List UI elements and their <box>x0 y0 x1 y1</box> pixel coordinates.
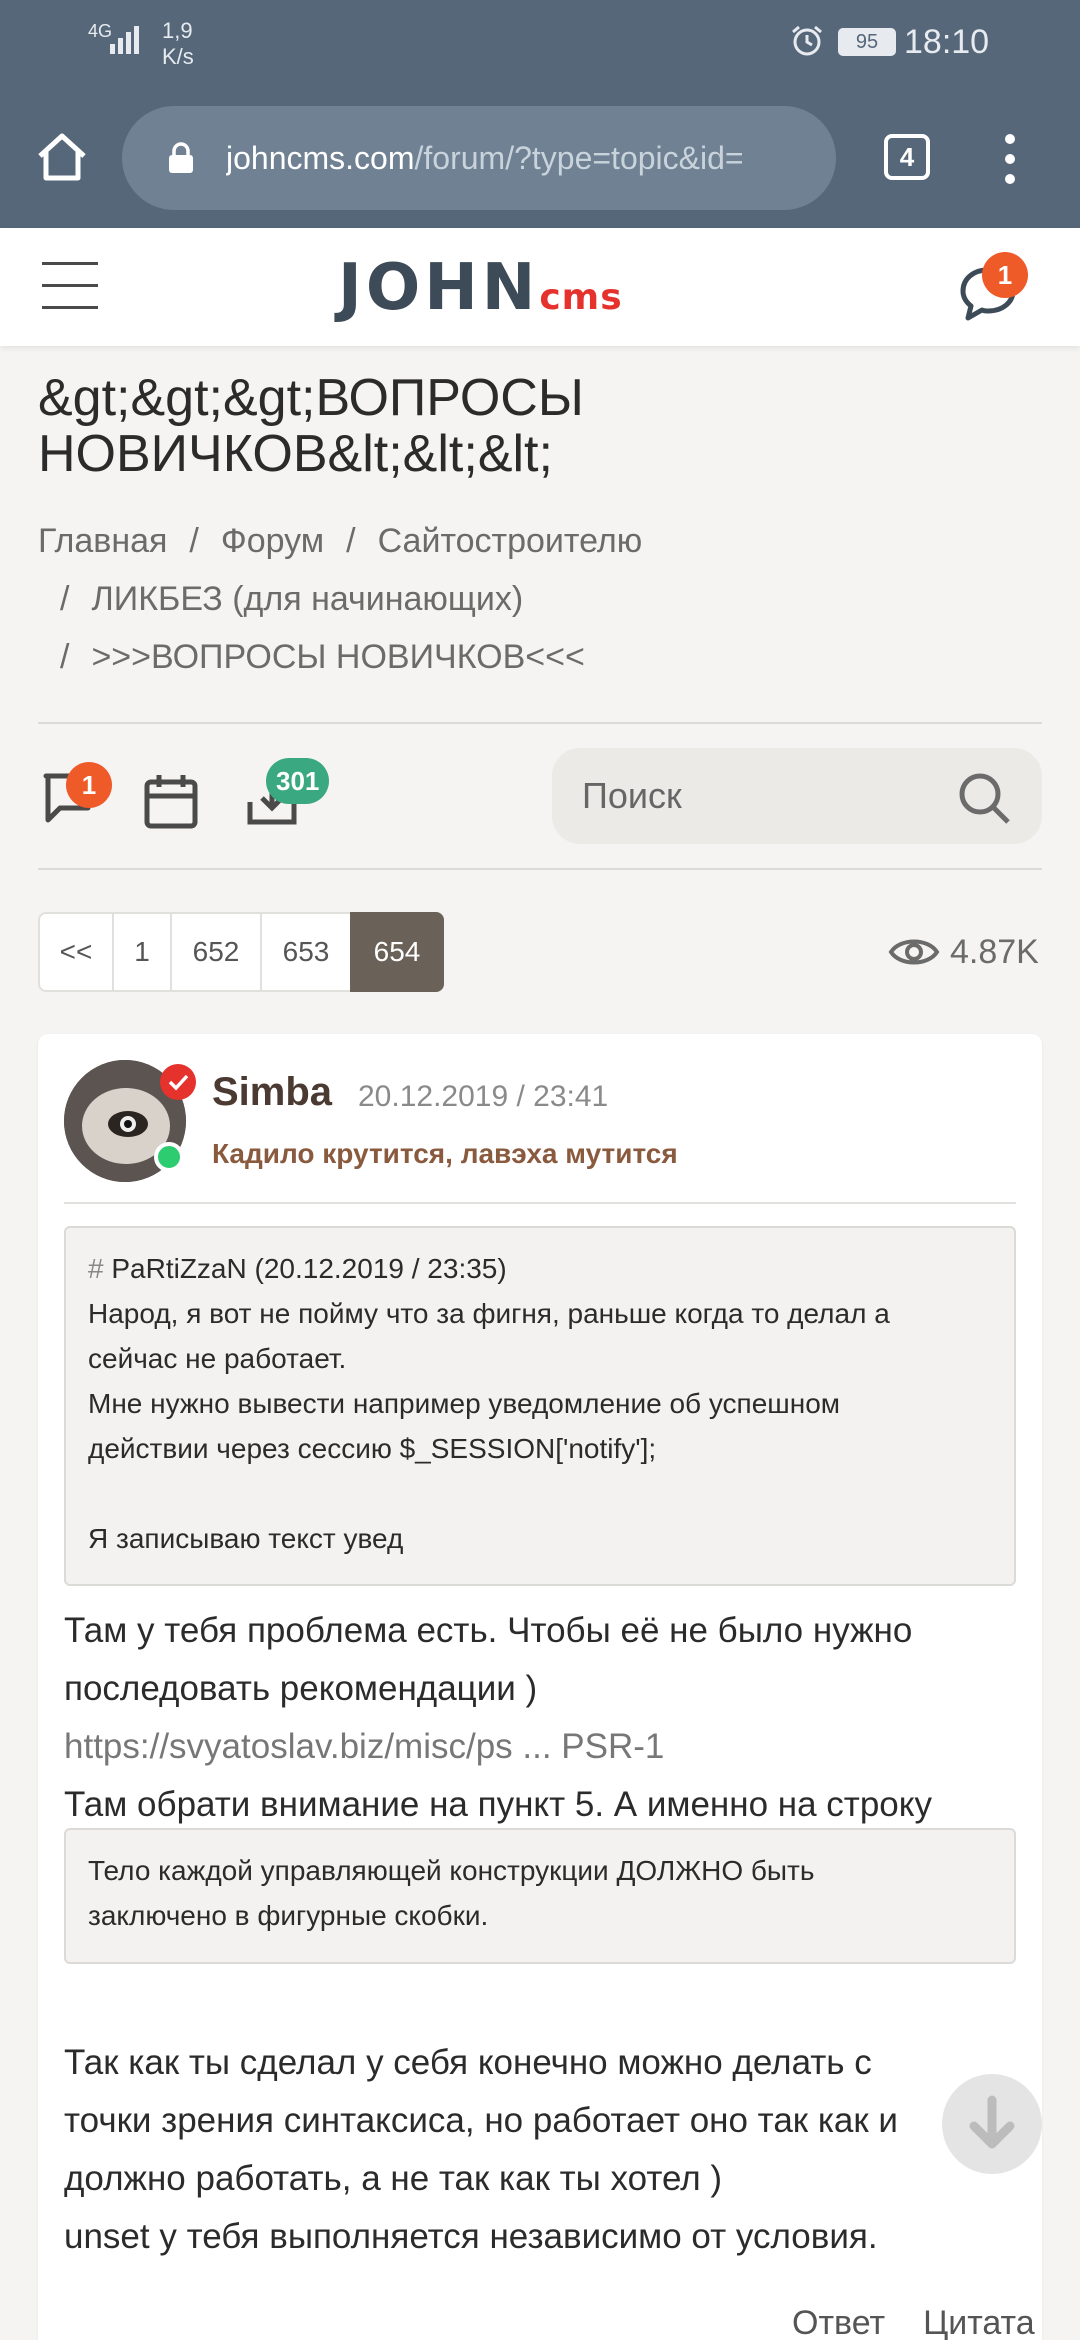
breadcrumb-forum[interactable]: Форум <box>221 522 324 560</box>
post-text-line: точки зрения синтаксиса, но работает оно… <box>64 2101 898 2140</box>
post-text: Там у тебя проблема есть. Чтобы её не бы… <box>64 1602 1024 1834</box>
menu-icon[interactable] <box>42 262 98 310</box>
breadcrumb-topic[interactable]: >>>ВОПРОСЫ НОВИЧКОВ<<< <box>91 638 584 676</box>
verified-icon <box>160 1064 196 1100</box>
eye-icon <box>888 939 940 965</box>
breadcrumb-subsection[interactable]: ЛИКБЕЗ (для начинающих) <box>91 580 523 618</box>
quote-line: Тело каждой управляющей конструкции ДОЛЖ… <box>88 1855 815 1886</box>
network-speed: 1,9 K/s <box>162 18 194 70</box>
post-actions: Ответ Цитата <box>754 2304 1035 2340</box>
page-button[interactable]: 653 <box>260 912 352 992</box>
breadcrumb-separator: / <box>346 522 356 560</box>
page-title: &gt;&gt;&gt;ВОПРОСЫ НОВИЧКОВ&lt;&lt;&lt; <box>38 370 1038 482</box>
post-text: Так как ты сделал у себя конечно можно д… <box>64 2034 1024 2266</box>
signal-icon <box>110 26 139 54</box>
divider <box>38 722 1042 724</box>
downloads-badge: 301 <box>266 758 330 804</box>
post-text-line: Так как ты сделал у себя конечно можно д… <box>64 2043 872 2082</box>
post-text-line: unset у тебя выполняется независимо от у… <box>64 2217 878 2256</box>
quote-line: Народ, я вот не пойму что за фигня, рань… <box>88 1298 890 1329</box>
quote-line: Мне нужно вывести например уведомление о… <box>88 1388 841 1419</box>
speed-unit: K/s <box>162 44 194 69</box>
post-date: 20.12.2019 / 23:41 <box>358 1080 609 1113</box>
messages-button[interactable]: 1 <box>40 762 112 830</box>
breadcrumb-home[interactable]: Главная <box>38 522 167 560</box>
tabs-icon[interactable]: 4 <box>884 134 930 180</box>
page-button-active[interactable]: 654 <box>350 912 444 992</box>
page-button[interactable]: 1 <box>112 912 172 992</box>
online-indicator <box>154 1142 184 1172</box>
breadcrumb-section[interactable]: Сайтостроителю <box>378 522 643 560</box>
address-bar[interactable]: johncms.com/forum/?type=topic&id= <box>122 106 836 210</box>
post-text-line: должно работать, а не так как ты хотел ) <box>64 2159 723 2198</box>
logo-main: JOHN <box>338 251 540 325</box>
quote-line: Я записываю текст увед <box>88 1523 404 1554</box>
network-type: 4G <box>88 21 113 41</box>
battery-icon: 95 <box>838 28 896 56</box>
lock-icon <box>169 142 193 173</box>
chat-button[interactable]: 1 <box>958 252 1028 322</box>
breadcrumb-separator: / <box>189 522 199 560</box>
post-link[interactable]: https://svyatoslav.biz/misc/ps ... PSR-1 <box>64 1718 1024 1776</box>
views-counter: 4.87K <box>888 922 1039 982</box>
page-prev-button[interactable]: << <box>38 912 114 992</box>
post-text-line: последовать рекомендации ) <box>64 1669 538 1708</box>
site-logo[interactable]: JOHNcms <box>338 256 623 320</box>
site-header: JOHNcms 1 <box>0 228 1080 346</box>
browser-chrome: 4G 1,9 K/s 95 18:10 johncms.com/forum/?t… <box>0 0 1080 228</box>
home-icon[interactable] <box>34 128 90 184</box>
title-line-1: &gt;&gt;&gt;ВОПРОСЫ <box>38 369 584 427</box>
post-text-line: Там у тебя проблема есть. Чтобы её не бы… <box>64 1611 913 1650</box>
logo-sub: cms <box>539 277 623 318</box>
url-path: /forum/?type=topic&id= <box>414 140 744 176</box>
quote-block: Тело каждой управляющей конструкции ДОЛЖ… <box>64 1828 1016 1964</box>
speed-value: 1,9 <box>162 18 193 43</box>
title-line-2: НОВИЧКОВ&lt;&lt;&lt; <box>38 425 553 483</box>
clock: 18:10 <box>904 23 990 61</box>
url-domain: johncms.com <box>226 140 415 176</box>
alarm-icon <box>792 25 822 56</box>
quote-line: сейчас не работает. <box>88 1343 347 1374</box>
quote-line: действии через сессию $_SESSION['notify'… <box>88 1433 657 1464</box>
quote-header: PaRtiZzaN (20.12.2019 / 23:35) <box>111 1253 507 1284</box>
cite-button[interactable]: Цитата <box>923 2304 1035 2340</box>
post-card: Simba 20.12.2019 / 23:41 Кадило крутится… <box>38 1034 1042 2340</box>
search-input[interactable] <box>582 770 952 822</box>
more-icon[interactable] <box>996 128 1024 188</box>
breadcrumb-separator: / <box>60 580 70 618</box>
divider <box>38 868 1042 870</box>
calendar-icon[interactable] <box>142 772 202 832</box>
pagination: << 1 652 653 654 <box>38 912 444 992</box>
breadcrumb-separator: / <box>60 638 70 676</box>
quote-hash: # <box>88 1253 104 1284</box>
breadcrumb: Главная / Форум / Сайтостроителю / ЛИКБЕЗ (дл… <box>38 512 1048 686</box>
search-box[interactable] <box>552 748 1042 844</box>
post-author[interactable]: Simba <box>212 1070 332 1115</box>
user-status: Кадило крутится, лавэха мутится <box>212 1138 678 1169</box>
views-count: 4.87K <box>950 932 1039 971</box>
reply-button[interactable]: Ответ <box>792 2304 885 2340</box>
post-text-line: Там обрати внимание на пункт 5. А именно… <box>64 1785 932 1824</box>
messages-badge: 1 <box>66 762 112 808</box>
page-button[interactable]: 652 <box>170 912 262 992</box>
quote-block: # PaRtiZzaN (20.12.2019 / 23:35) Народ, … <box>64 1226 1016 1586</box>
divider <box>64 1202 1016 1204</box>
search-icon[interactable] <box>956 770 1012 826</box>
url-text[interactable]: johncms.com/forum/?type=topic&id= <box>226 134 826 182</box>
scroll-down-button[interactable] <box>942 2074 1042 2174</box>
chat-badge: 1 <box>982 252 1028 298</box>
quote-line: заключено в фигурные скобки. <box>88 1900 489 1931</box>
downloads-button[interactable]: 301 <box>244 758 330 832</box>
status-bar: 4G 1,9 K/s 95 18:10 <box>0 0 1080 80</box>
arrow-down-icon <box>969 2095 1015 2149</box>
